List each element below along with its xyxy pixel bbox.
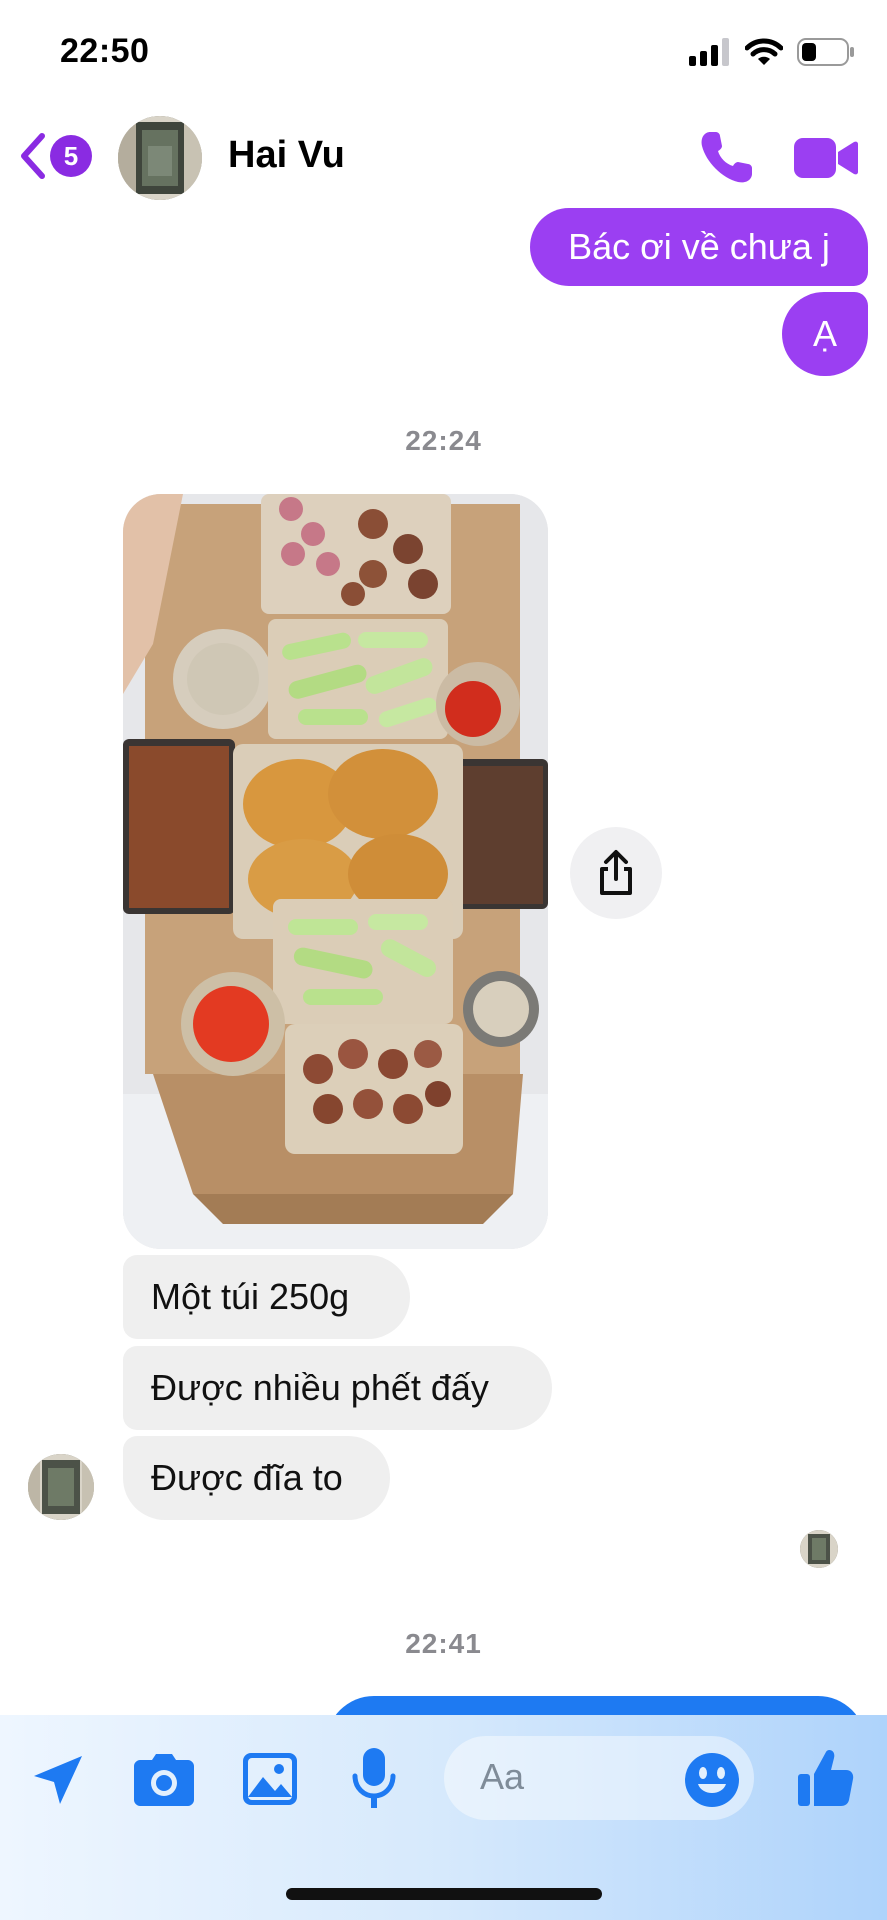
messenger-chat-screen: Bác ơi về chưa j Ạ 22:24 Một túi 250g Đư… bbox=[0, 0, 887, 1920]
voice-message-button[interactable] bbox=[352, 1748, 396, 1810]
message-text: Ạ bbox=[812, 313, 837, 354]
image-icon bbox=[243, 1753, 297, 1805]
sender-avatar[interactable] bbox=[28, 1454, 94, 1520]
share-button[interactable] bbox=[570, 827, 662, 919]
battery-icon bbox=[797, 38, 854, 66]
video-camera-icon bbox=[794, 138, 858, 178]
message-input-placeholder: Aa bbox=[480, 1756, 525, 1797]
share-icon bbox=[600, 850, 632, 895]
contact-name[interactable]: Hai Vu bbox=[228, 134, 345, 177]
read-receipt-avatar bbox=[800, 1530, 838, 1568]
avatar-image bbox=[800, 1530, 838, 1568]
avatar-image bbox=[28, 1454, 94, 1520]
status-time: 22:50 bbox=[60, 32, 150, 70]
incoming-message[interactable]: Được đĩa to bbox=[123, 1436, 390, 1520]
status-icons bbox=[689, 38, 855, 66]
message-text: Bác ơi về chưa j bbox=[568, 226, 830, 267]
gallery-button[interactable] bbox=[243, 1753, 297, 1805]
wifi-icon bbox=[745, 38, 783, 65]
phone-icon bbox=[701, 132, 752, 183]
message-text: Được đĩa to bbox=[151, 1457, 343, 1498]
back-chevron-icon bbox=[21, 133, 45, 179]
incoming-message[interactable]: Được nhiều phết đấy bbox=[123, 1346, 552, 1430]
outgoing-message[interactable]: Ạ bbox=[782, 292, 868, 376]
send-location-icon bbox=[34, 1756, 82, 1804]
microphone-icon bbox=[352, 1748, 396, 1808]
like-button[interactable] bbox=[798, 1748, 854, 1808]
message-text: Một túi 250g bbox=[151, 1276, 350, 1317]
chat-header: 22:50 5 Hai Vu bbox=[0, 0, 887, 205]
status-bar: 22:50 bbox=[0, 0, 887, 105]
home-indicator bbox=[286, 1888, 602, 1900]
outgoing-message[interactable]: Bác ơi về chưa j bbox=[530, 208, 868, 286]
back-button[interactable]: 5 bbox=[18, 128, 92, 184]
send-location-button[interactable] bbox=[30, 1752, 86, 1808]
camera-button[interactable] bbox=[134, 1754, 194, 1806]
emoji-icon bbox=[685, 1753, 739, 1807]
unread-count-badge: 5 bbox=[50, 135, 92, 177]
incoming-message[interactable]: Một túi 250g bbox=[123, 1255, 410, 1339]
food-photo-attachment[interactable] bbox=[123, 494, 548, 1249]
emoji-button[interactable] bbox=[684, 1752, 740, 1808]
signal-icon bbox=[689, 38, 729, 66]
camera-icon bbox=[134, 1754, 194, 1806]
food-photo-image bbox=[123, 494, 548, 1249]
video-call-button[interactable] bbox=[794, 134, 858, 182]
message-timestamp: 22:24 bbox=[405, 425, 482, 456]
message-text: Được nhiều phết đấy bbox=[151, 1367, 489, 1408]
thumbs-up-icon bbox=[798, 1750, 854, 1806]
avatar-image bbox=[118, 116, 202, 200]
contact-avatar[interactable] bbox=[118, 116, 202, 200]
audio-call-button[interactable] bbox=[696, 128, 756, 188]
message-timestamp: 22:41 bbox=[405, 1628, 482, 1659]
